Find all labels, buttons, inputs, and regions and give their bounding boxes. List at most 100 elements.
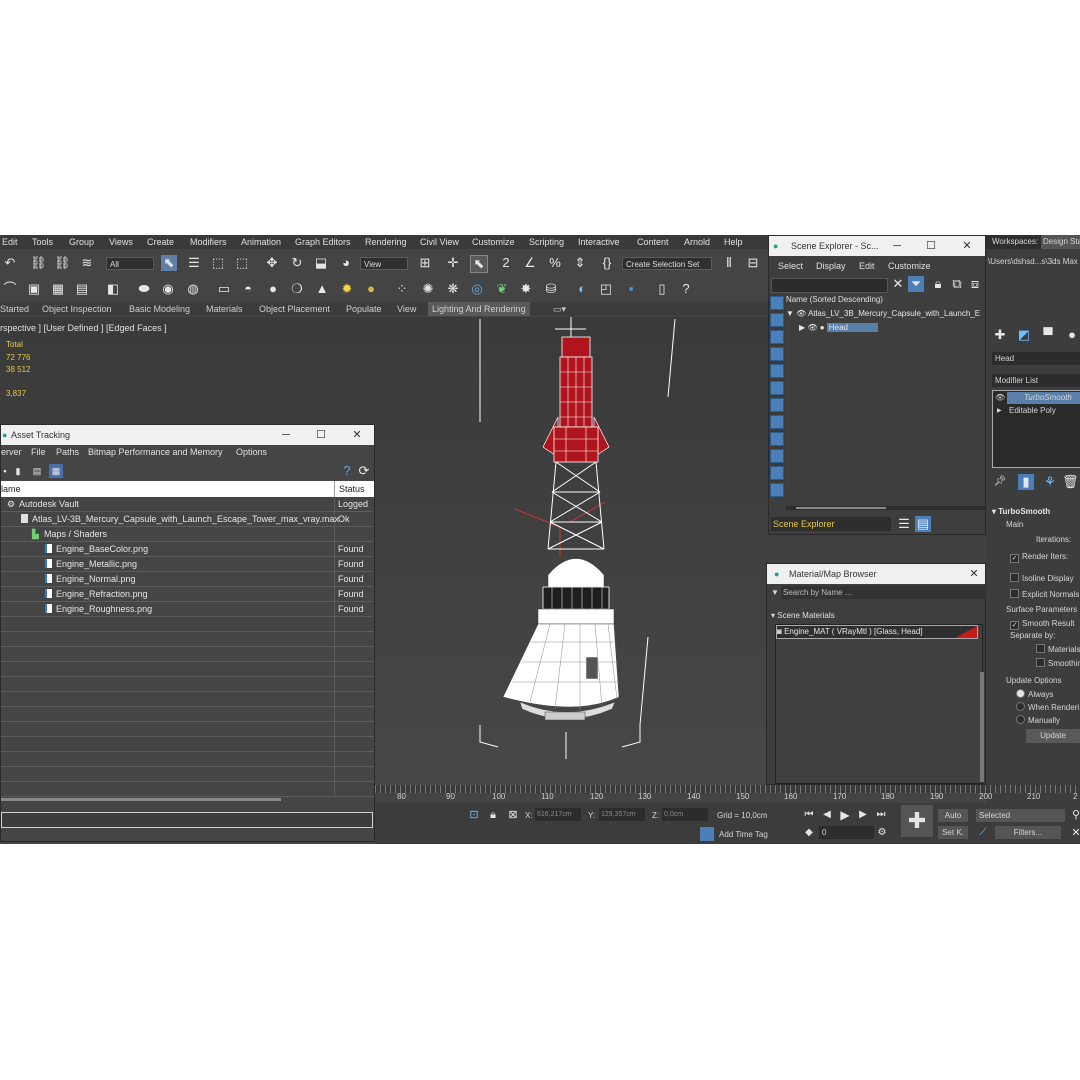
remove-modifier-icon[interactable]: 🗑︎ [1062,474,1079,490]
set-key-button[interactable]: Set K. [938,826,968,839]
material-browser-titlebar[interactable]: ● Material/Map Browser ✕ [767,564,985,584]
menu-select[interactable]: Select [778,261,803,271]
grid-view-icon[interactable]: ▦ [49,464,63,478]
close-icon[interactable]: ✕ [964,564,984,584]
display-xrefs-icon[interactable] [770,415,784,429]
zoom-extents-icon[interactable]: ✕ [1068,825,1080,841]
isolate-selection-icon[interactable]: ⊡ [466,807,482,823]
ball-icon[interactable]: ● [363,281,379,297]
radio-icon[interactable] [1016,702,1025,711]
display-geometry-icon[interactable] [770,296,784,310]
asset-tracking-titlebar[interactable]: ● Asset Tracking ─ ☐ ✕ [1,425,374,445]
environment-icon[interactable]: ◐ [574,281,590,297]
display-spacewarps-icon[interactable] [770,381,784,395]
minimize-icon[interactable]: ─ [887,236,907,256]
link-icon[interactable]: ⛓ [30,255,47,271]
render-iterative-icon[interactable]: ◉ [160,281,176,297]
stack-item-editable-poly[interactable]: ▶ Editable Poly [993,405,1080,417]
close-icon[interactable]: ✕ [347,425,367,445]
modifier-list-dropdown[interactable]: Modifier List [992,374,1080,387]
workspaces-dropdown[interactable]: Design Sta [1041,235,1080,249]
move-icon[interactable]: ✥ [264,255,280,271]
scatter-icon[interactable]: ⁘ [394,281,410,297]
scene-item-root[interactable]: ▼ 👁︎ Atlas_LV_3B_Mercury_Capsule_with_La… [786,309,985,322]
expand-down-icon[interactable]: ▼ [786,309,794,318]
hierarchy-icon[interactable]: ⧉ [949,276,965,292]
scene-scrollbar[interactable] [786,506,985,510]
snaps-toggle-icon[interactable]: 2 [498,255,514,271]
menu-display[interactable]: Display [816,261,846,271]
key-mode-icon[interactable]: ◆ [801,825,817,841]
tab-object-inspection[interactable]: Object Inspection [42,304,112,314]
pin-stack-icon[interactable]: 📌︎ [992,474,1008,490]
auto-key-button[interactable]: Auto [938,809,968,822]
tab-object-placement[interactable]: Object Placement [259,304,330,314]
maximize-icon[interactable]: ☐ [921,236,941,256]
menu-rendering[interactable]: Rendering [365,237,407,247]
minimize-icon[interactable]: ─ [276,425,296,445]
scene-column-header[interactable]: Name (Sorted Descending) [786,295,985,307]
expand-right-icon[interactable]: ▶ [997,405,1002,417]
align-icon[interactable]: ⊟ [745,255,761,271]
go-to-end-icon[interactable]: ⏭ [873,807,889,823]
update-button[interactable]: Update [1026,729,1080,743]
close-icon[interactable]: ✕ [957,236,977,256]
visibility-eye-icon[interactable]: 👁︎ [796,309,806,318]
menu-paths[interactable]: Paths [56,447,79,457]
help-icon[interactable]: ? [678,281,694,297]
table-view-icon[interactable]: ▤ [29,463,45,479]
column-name[interactable]: lame [1,481,21,497]
maximize-icon[interactable]: ☐ [311,425,331,445]
checkbox-icon[interactable] [1036,658,1045,667]
menu-group[interactable]: Group [69,237,94,247]
display-containers-icon[interactable] [770,449,784,463]
table-row[interactable]: Engine_Metallic.png Found [1,557,373,572]
add-time-tag-button[interactable]: Add Time Tag [719,830,768,839]
named-selection-set-dropdown[interactable]: Create Selection Set [622,257,712,270]
dome-icon[interactable]: ◓ [240,281,256,297]
menu-tools[interactable]: Tools [32,237,53,247]
menu-file[interactable]: File [31,447,46,457]
table-row[interactable]: ⚙ Autodesk Vault Logged [1,497,373,512]
material-item[interactable]: ◙ Engine_MAT ( VRayMtl ) [Glass, Head] [776,625,978,639]
play-icon[interactable]: ▶ [837,807,853,823]
display-helpers-icon[interactable] [770,364,784,378]
collapse-icon[interactable]: ▾ [771,611,775,620]
clear-search-icon[interactable]: ✕ [890,276,906,292]
column-status[interactable]: Status [334,481,365,497]
menu-customize[interactable]: Customize [888,261,931,271]
radio-icon[interactable] [1016,715,1025,724]
selection-region-icon[interactable]: ⬚ [210,255,226,271]
always-radio[interactable]: Always [1016,689,1053,699]
create-tab-icon[interactable]: ✚ [992,327,1008,343]
checkbox-icon[interactable] [1010,589,1019,598]
render-setup-icon[interactable]: ▤ [74,281,90,297]
menu-interactive[interactable]: Interactive [578,237,620,247]
zoom-icon[interactable]: ⚲ [1068,807,1080,823]
turbosmooth-rollout-header[interactable]: ▾ TurboSmooth [992,507,1080,519]
hierarchy-tab-icon[interactable]: ▀ [1040,327,1056,343]
place-icon[interactable]: ◕ [338,255,354,271]
materials-checkbox[interactable]: Materials [1036,644,1080,654]
expand-right-icon[interactable]: ▶ [799,323,805,332]
selection-filter-dropdown[interactable]: All [106,257,154,270]
set-key-big-button[interactable]: ✚ [901,805,933,837]
timeline-ruler[interactable] [375,785,1080,793]
refresh-icon[interactable]: ⟳ [356,463,372,479]
table-row[interactable]: ▙ Maps / Shaders [1,527,373,542]
menu-arnold[interactable]: Arnold [684,237,710,247]
filters-button[interactable]: Filters... [995,826,1061,839]
display-icon[interactable]: ▯ [654,281,670,297]
object-name-field[interactable]: Head [992,352,1080,365]
frame-buffer-icon[interactable]: ◰ [598,281,614,297]
pivot-center-icon[interactable]: ⊞ [417,255,433,271]
display-cameras-icon[interactable] [770,347,784,361]
sun-icon[interactable]: ✹ [339,281,355,297]
hf-icon[interactable]: ✸ [518,281,534,297]
tab-lighting-and-rendering[interactable]: Lighting And Rendering [428,302,530,316]
menu-animation[interactable]: Animation [241,237,281,247]
checkbox-icon[interactable]: ✓ [1010,621,1019,630]
menu-options[interactable]: Options [236,447,267,457]
explicit-normals-checkbox[interactable]: Explicit Normals [1010,589,1079,599]
manually-radio[interactable]: Manually [1016,715,1060,725]
